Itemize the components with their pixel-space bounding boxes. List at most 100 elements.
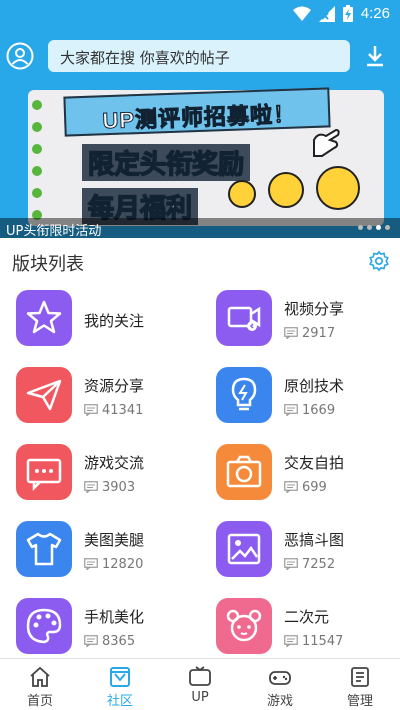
nav-item-3[interactable]: 游戏 [240, 661, 320, 710]
search-input[interactable]: 大家都在搜 你喜欢的帖子 [48, 40, 350, 72]
bottom-nav: 首页 社区 UP 游戏 管理 [0, 658, 400, 710]
board-item[interactable]: 原创技术 1669 [200, 367, 400, 431]
board-name: 交友自拍 [284, 454, 345, 472]
battery-icon [342, 5, 353, 22]
message-icon [84, 481, 98, 493]
banner-decoration [32, 100, 42, 232]
up-icon [189, 666, 211, 686]
top-header: 大家都在搜 你喜欢的帖子 [0, 28, 400, 82]
bulb-icon [231, 377, 257, 411]
pager-dot [385, 225, 390, 230]
section-title: 版块列表 [12, 254, 84, 275]
board-tile [16, 290, 72, 346]
board-item[interactable]: 资源分享 41341 [0, 367, 200, 431]
board-tile [16, 598, 72, 654]
pager-dot-active [376, 225, 381, 230]
board-tile [216, 598, 272, 654]
avatar-icon[interactable] [6, 42, 34, 70]
board-name: 美图美腿 [84, 531, 145, 549]
board-name: 游戏交流 [84, 454, 145, 472]
star-icon [26, 300, 62, 334]
hand-heart-icon [313, 128, 340, 157]
board-tile [216, 290, 272, 346]
message-icon [84, 558, 98, 570]
message-icon [84, 404, 98, 416]
message-icon [284, 327, 298, 339]
board-tile [16, 367, 72, 423]
nav-label: 管理 [346, 694, 373, 709]
board-item[interactable]: 交友自拍 699 [200, 444, 400, 508]
board-name: 恶搞斗图 [284, 531, 345, 549]
game-icon [269, 671, 291, 685]
chat-icon [26, 458, 62, 492]
board-name: 手机美化 [84, 608, 145, 626]
emoji-face-icon [228, 180, 256, 208]
board-post-count: 7252 [302, 557, 336, 572]
emoji-face-icon [268, 172, 304, 208]
board-tile [216, 367, 272, 423]
message-icon [284, 558, 298, 570]
gear-icon[interactable] [368, 250, 390, 272]
board-item[interactable]: 手机美化 8365 [0, 598, 200, 662]
board-name: 资源分享 [84, 377, 145, 395]
board-post-count: 8365 [102, 634, 136, 649]
status-bar: 4:26 [0, 0, 400, 28]
nav-label: 社区 [106, 694, 133, 709]
banner-caption-bar: UP头衔限时活动 [0, 218, 400, 238]
board-item[interactable]: 视频分享 2917 [200, 290, 400, 354]
message-icon [284, 635, 298, 647]
board-tile [216, 521, 272, 577]
shirt-icon [26, 532, 62, 566]
board-post-count: 12820 [102, 557, 144, 572]
nav-item-4[interactable]: 管理 [320, 661, 400, 710]
nav-item-1[interactable]: 社区 [80, 661, 160, 710]
board-post-count: 11547 [302, 634, 344, 649]
signal-icon [318, 5, 335, 22]
board-item[interactable]: 恶搞斗图 7252 [200, 521, 400, 585]
image-icon [227, 533, 261, 565]
bear-icon [226, 609, 262, 642]
home-icon [30, 666, 50, 687]
board-name: 原创技术 [284, 377, 345, 395]
banner-pager [358, 225, 390, 230]
nav-label: UP [191, 690, 209, 705]
board-item[interactable]: 美图美腿 12820 [0, 521, 200, 585]
banner-caption: UP头衔限时活动 [6, 224, 102, 238]
message-icon [284, 481, 298, 493]
board-post-count: 699 [302, 480, 327, 495]
board-post-count: 2917 [302, 326, 336, 341]
nav-item-0[interactable]: 首页 [0, 661, 80, 710]
pager-dot [367, 225, 372, 230]
board-item[interactable]: 二次元 11547 [200, 598, 400, 662]
emoji-face-icon [316, 166, 360, 210]
pager-dot [358, 225, 363, 230]
nav-item-2[interactable]: UP [160, 661, 240, 710]
nav-label: 游戏 [266, 694, 293, 709]
camera-icon [226, 455, 262, 488]
status-time: 4:26 [360, 5, 390, 22]
manage-icon [351, 667, 369, 687]
status-icons: 4:26 [292, 5, 390, 22]
video-icon [227, 306, 261, 331]
message-icon [84, 635, 98, 647]
promo-banner[interactable]: UP测评师招募啦！ 限定头衔奖励 每月福利 UP头衔限时活动 [0, 82, 400, 238]
board-name: 视频分享 [284, 300, 345, 318]
board-post-count: 3903 [102, 480, 136, 495]
download-icon[interactable] [364, 44, 386, 68]
nav-label: 首页 [26, 694, 53, 709]
board-name: 我的关注 [84, 312, 145, 330]
message-icon [284, 404, 298, 416]
board-tile [16, 521, 72, 577]
send-icon [26, 379, 62, 411]
banner-subtitle-1: 限定头衔奖励 [82, 144, 251, 181]
board-item[interactable]: 游戏交流 3903 [0, 444, 200, 508]
board-name: 二次元 [284, 608, 330, 626]
board-tile [216, 444, 272, 500]
board-post-count: 1669 [302, 403, 336, 418]
board-post-count: 41341 [102, 403, 144, 418]
wifi-icon [292, 6, 311, 21]
board-tile [16, 444, 72, 500]
community-icon [110, 667, 130, 687]
board-item[interactable]: 我的关注 [0, 290, 200, 354]
palette-icon [26, 608, 62, 644]
